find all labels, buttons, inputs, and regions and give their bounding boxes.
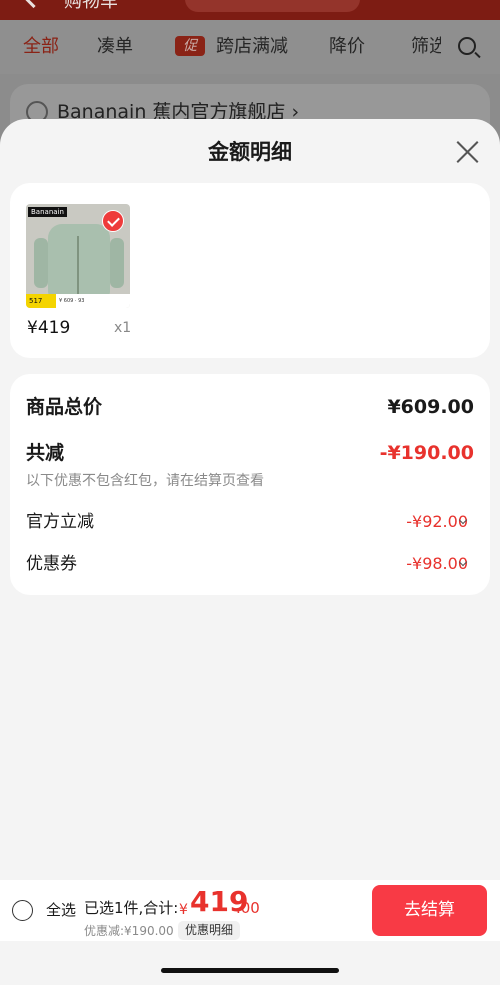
discount-summary: 优惠减:¥190.00 xyxy=(84,924,174,938)
discount-note: 以下优惠不包含红包，请在结算页查看 xyxy=(26,473,264,489)
official-discount-label: 官方立减 xyxy=(26,512,94,532)
selected-summary: 已选1件,合计: xyxy=(84,899,179,917)
item-price: ¥419 xyxy=(27,318,71,338)
jacket-image xyxy=(34,224,124,296)
thumbnail-price-strip: ¥ 609 · 93 xyxy=(56,294,130,308)
jacket-zipper xyxy=(77,236,79,294)
tab-all[interactable]: 全部 xyxy=(23,36,59,58)
coupon-label: 优惠券 xyxy=(26,554,77,574)
discount-detail-button[interactable]: 优惠明细 xyxy=(178,921,241,940)
home-indicator xyxy=(161,968,339,973)
promo-badge: 促 xyxy=(175,36,205,56)
select-all-radio[interactable] xyxy=(12,900,33,921)
thumbnail-brand-tag: Bananain xyxy=(28,207,67,217)
total-price-label: 商品总价 xyxy=(26,396,103,418)
select-all-label[interactable]: 全选 xyxy=(46,900,76,920)
total-currency-symbol: ¥ xyxy=(179,902,188,918)
coupon-value[interactable]: -¥98.00 xyxy=(406,552,468,576)
background-header-title: 购物车 xyxy=(64,0,118,12)
search-icon[interactable] xyxy=(458,37,476,55)
total-amount-decimal: .00 xyxy=(236,899,260,917)
total-discount-value: -¥190.00 xyxy=(379,442,474,464)
sheet-title: 金额明细 xyxy=(208,140,292,164)
thumbnail-promo-tag: 517 xyxy=(26,294,56,308)
total-price-value: ¥609.00 xyxy=(387,396,474,418)
item-quantity: x1 xyxy=(114,320,132,336)
tab-filter[interactable]: 筛选 xyxy=(411,36,441,58)
tab-cross-store[interactable]: 跨店满减 xyxy=(216,36,288,58)
tab-bundle[interactable]: 凑单 xyxy=(97,36,133,58)
back-arrow-icon[interactable] xyxy=(22,0,45,9)
background-search-pill[interactable] xyxy=(185,0,360,12)
checkout-button[interactable]: 去结算 xyxy=(372,885,487,936)
background-header: 购物车 xyxy=(0,0,500,20)
official-discount-value[interactable]: -¥92.00 xyxy=(406,510,468,534)
tab-price-drop[interactable]: 降价 xyxy=(329,36,365,58)
checkmark-icon[interactable] xyxy=(102,210,124,232)
close-icon[interactable] xyxy=(455,140,480,165)
total-discount-label: 共减 xyxy=(26,442,65,464)
